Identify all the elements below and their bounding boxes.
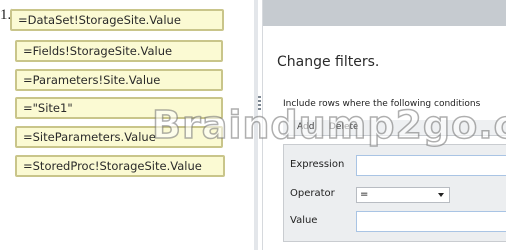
answer-options-area: =DataSet!StorageSite.Value =Fields!Stora… (0, 0, 250, 250)
splitter-grip-icon[interactable] (258, 96, 261, 110)
dialog-title: Change filters. (277, 54, 380, 70)
option-tile-storedproc-storagesite[interactable]: =StoredProc!StorageSite.Value (15, 155, 225, 177)
filter-condition-panel: Expression Operator = Value (283, 144, 506, 242)
expression-field[interactable] (356, 155, 506, 176)
operator-select[interactable]: = (356, 187, 450, 203)
change-filters-dialog: Change filters. Include rows where the f… (262, 0, 506, 250)
option-tile-parameters-site[interactable]: =Parameters!Site.Value (15, 69, 223, 91)
option-tile-site1-literal[interactable]: ="Site1" (15, 97, 223, 119)
chevron-down-icon[interactable] (438, 193, 444, 197)
filter-toolbar: Add Delete (283, 120, 506, 136)
filter-instruction: Include rows where the following conditi… (283, 99, 481, 109)
value-field[interactable] (356, 211, 506, 232)
value-label: Value (290, 215, 318, 226)
operator-selected-value: = (360, 189, 369, 200)
expression-label: Expression (290, 159, 345, 170)
option-tile-dataset-storagesite[interactable]: =DataSet!StorageSite.Value (10, 9, 224, 31)
delete-filter-button[interactable]: Delete (329, 122, 359, 132)
dialog-header-bar (263, 0, 506, 26)
operator-label: Operator (290, 188, 335, 199)
option-tile-fields-storagesite[interactable]: =Fields!StorageSite.Value (15, 40, 223, 62)
splitter[interactable] (254, 0, 258, 250)
option-tile-siteparameters[interactable]: =SiteParameters.Value (15, 126, 223, 148)
add-filter-button[interactable]: Add (297, 122, 314, 132)
